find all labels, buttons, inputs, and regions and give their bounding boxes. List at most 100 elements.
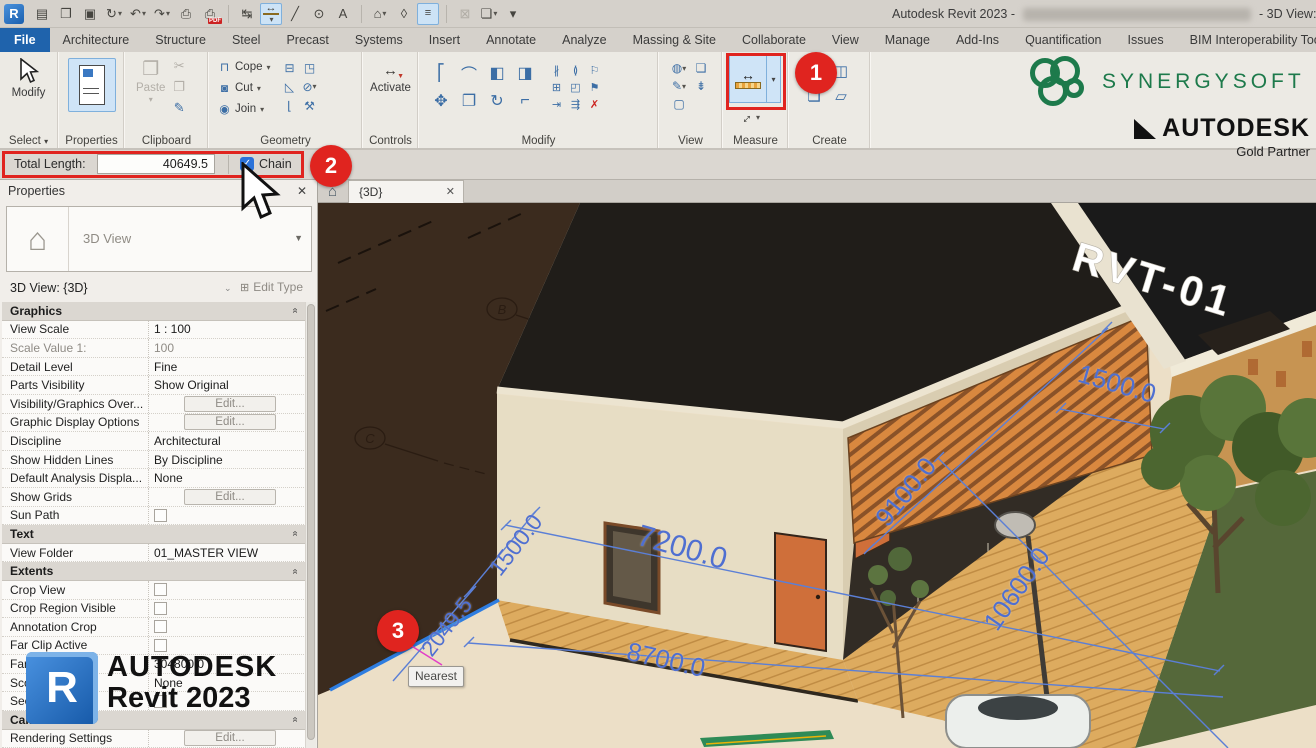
ribbon-tab-file[interactable]: File: [0, 28, 50, 52]
thin-lines-icon[interactable]: ≡: [417, 3, 439, 25]
move-icon[interactable]: ✥: [428, 88, 454, 114]
close-icon[interactable]: ✕: [446, 185, 455, 198]
checkbox[interactable]: [154, 583, 167, 596]
wall-joins-icon[interactable]: ◳: [301, 59, 319, 76]
copy-move-icon[interactable]: ❐: [456, 88, 482, 114]
delete-icon[interactable]: ✗: [586, 97, 603, 112]
property-value[interactable]: [148, 618, 306, 636]
default-3d-view-icon[interactable]: ⌂▾: [369, 3, 391, 25]
redo-icon[interactable]: ↷▾: [151, 3, 173, 25]
split-face-icon[interactable]: ◺: [281, 78, 299, 95]
profile-edit-icon[interactable]: ⌊: [281, 97, 299, 114]
mirror-pick-axis-icon[interactable]: ◧: [484, 60, 510, 86]
section-header-text[interactable]: Text»: [2, 525, 306, 544]
ribbon-tab-insert[interactable]: Insert: [416, 28, 473, 52]
ribbon-tab-structure[interactable]: Structure: [142, 28, 219, 52]
activate-controls-button[interactable]: ↔ Activate: [364, 62, 417, 94]
paste-button[interactable]: ❐ Paste ▾: [136, 58, 165, 116]
unjoin-geometry-icon[interactable]: ⊘▾: [301, 78, 319, 95]
text-icon[interactable]: A: [332, 3, 354, 25]
open-icon[interactable]: ❐: [55, 3, 77, 25]
collapse-chevron-icon[interactable]: »: [290, 531, 301, 537]
property-value[interactable]: Fine: [148, 358, 306, 376]
view-tab-3d[interactable]: {3D} ✕: [348, 180, 464, 203]
mirror-draw-axis-icon[interactable]: ◨: [512, 60, 538, 86]
cope-button[interactable]: ⊓Cope▾: [218, 59, 271, 75]
scale-icon[interactable]: ◰: [567, 80, 584, 95]
property-value[interactable]: [148, 600, 306, 618]
align-icon[interactable]: ⎡: [428, 60, 454, 86]
close-inactive-views-icon[interactable]: ⊠: [454, 3, 476, 25]
aligned-dimension-icon[interactable]: ↔▾: [260, 3, 282, 25]
create-similar-icon[interactable]: ▱: [829, 85, 853, 107]
ribbon-tab-add-ins[interactable]: Add-Ins: [943, 28, 1012, 52]
checkbox[interactable]: [154, 509, 167, 522]
export-pdf-icon[interactable]: ⎙PDF: [199, 3, 221, 25]
trim-extend-multiple-icon[interactable]: ⇶: [567, 97, 584, 112]
property-value[interactable]: By Discipline: [148, 451, 306, 469]
measure-button[interactable]: ↔ ▾: [729, 55, 781, 103]
property-value[interactable]: 1 : 100: [148, 321, 306, 339]
switch-windows-icon[interactable]: ❏▾: [478, 3, 500, 25]
car[interactable]: [946, 695, 1090, 748]
reveal-hidden-elements-icon[interactable]: ◍▾: [668, 60, 690, 76]
property-value[interactable]: Edit...: [148, 488, 306, 506]
cut-geometry-button[interactable]: ◙Cut▾: [218, 80, 271, 96]
section-header-extents[interactable]: Extents»: [2, 562, 306, 581]
property-value[interactable]: Show Original: [148, 376, 306, 394]
sync-collaborate-icon[interactable]: ↻▾: [103, 3, 125, 25]
ribbon-tab-quantification[interactable]: Quantification: [1012, 28, 1114, 52]
section-icon[interactable]: ◊: [393, 3, 415, 25]
chevron-down-icon[interactable]: ▼: [294, 233, 303, 243]
home-icon[interactable]: ▤: [31, 3, 53, 25]
property-value[interactable]: Architectural: [148, 432, 306, 450]
total-length-field[interactable]: 40649.5: [97, 154, 215, 174]
ribbon-tab-analyze[interactable]: Analyze: [549, 28, 619, 52]
ribbon-tab-annotate[interactable]: Annotate: [473, 28, 549, 52]
ribbon-tab-precast[interactable]: Precast: [273, 28, 341, 52]
property-value[interactable]: Edit...: [148, 414, 306, 432]
cut-profile-icon[interactable]: ⇟: [692, 78, 710, 94]
split-element-icon[interactable]: ∦: [548, 63, 565, 78]
aligned-dimension-button[interactable]: ↔ ▾: [738, 109, 760, 125]
property-value[interactable]: Edit...: [148, 730, 306, 748]
bar-stool[interactable]: [1302, 341, 1312, 357]
3d-viewport[interactable]: B C RVT-01: [318, 203, 1316, 748]
property-value[interactable]: None: [148, 469, 306, 487]
checkbox[interactable]: [154, 620, 167, 633]
undo-icon[interactable]: ↶▾: [127, 3, 149, 25]
edit-button[interactable]: Edit...: [184, 396, 276, 412]
ribbon-tab-collaborate[interactable]: Collaborate: [729, 28, 819, 52]
modify-button[interactable]: Modify: [0, 58, 57, 99]
customize-qat-icon[interactable]: ▾: [502, 3, 524, 25]
print-icon[interactable]: ⎙: [175, 3, 197, 25]
measure-icon[interactable]: ↹: [236, 3, 258, 25]
beam-column-joins-icon[interactable]: ⊟: [281, 59, 299, 76]
ribbon-tab-view[interactable]: View: [819, 28, 872, 52]
checkbox[interactable]: [154, 602, 167, 615]
visibility-graphics-icon[interactable]: ❏: [692, 60, 710, 76]
selection-box-icon[interactable]: ▢: [668, 96, 690, 112]
ribbon-tab-massing-site[interactable]: Massing & Site: [620, 28, 729, 52]
bar-stool[interactable]: [1248, 359, 1258, 375]
ribbon-tab-manage[interactable]: Manage: [872, 28, 943, 52]
trim-extend-single-icon[interactable]: ⇥: [548, 97, 565, 112]
section-header-graphics[interactable]: Graphics»: [2, 302, 306, 321]
properties-button[interactable]: [68, 58, 116, 112]
join-geometry-button[interactable]: ◉Join▾: [218, 101, 271, 117]
facade-door[interactable]: [775, 533, 826, 651]
save-icon[interactable]: ▣: [79, 3, 101, 25]
demolish-icon[interactable]: ⚒: [301, 97, 319, 114]
scrollbar-thumb[interactable]: [307, 304, 315, 740]
bar-stool[interactable]: [1276, 371, 1286, 387]
revit-logo[interactable]: R: [4, 4, 24, 24]
tag-by-category-icon[interactable]: ⊙: [308, 3, 330, 25]
property-value[interactable]: Edit...: [148, 395, 306, 413]
rotate-icon[interactable]: ↻: [484, 88, 510, 114]
edit-button[interactable]: Edit...: [184, 730, 276, 746]
property-value[interactable]: 01_MASTER VIEW: [148, 544, 306, 562]
linework-icon[interactable]: ✎▾: [668, 78, 690, 94]
edit-button[interactable]: Edit...: [184, 489, 276, 505]
offset-icon[interactable]: ⌒: [456, 60, 482, 86]
close-icon[interactable]: ✕: [297, 184, 307, 198]
